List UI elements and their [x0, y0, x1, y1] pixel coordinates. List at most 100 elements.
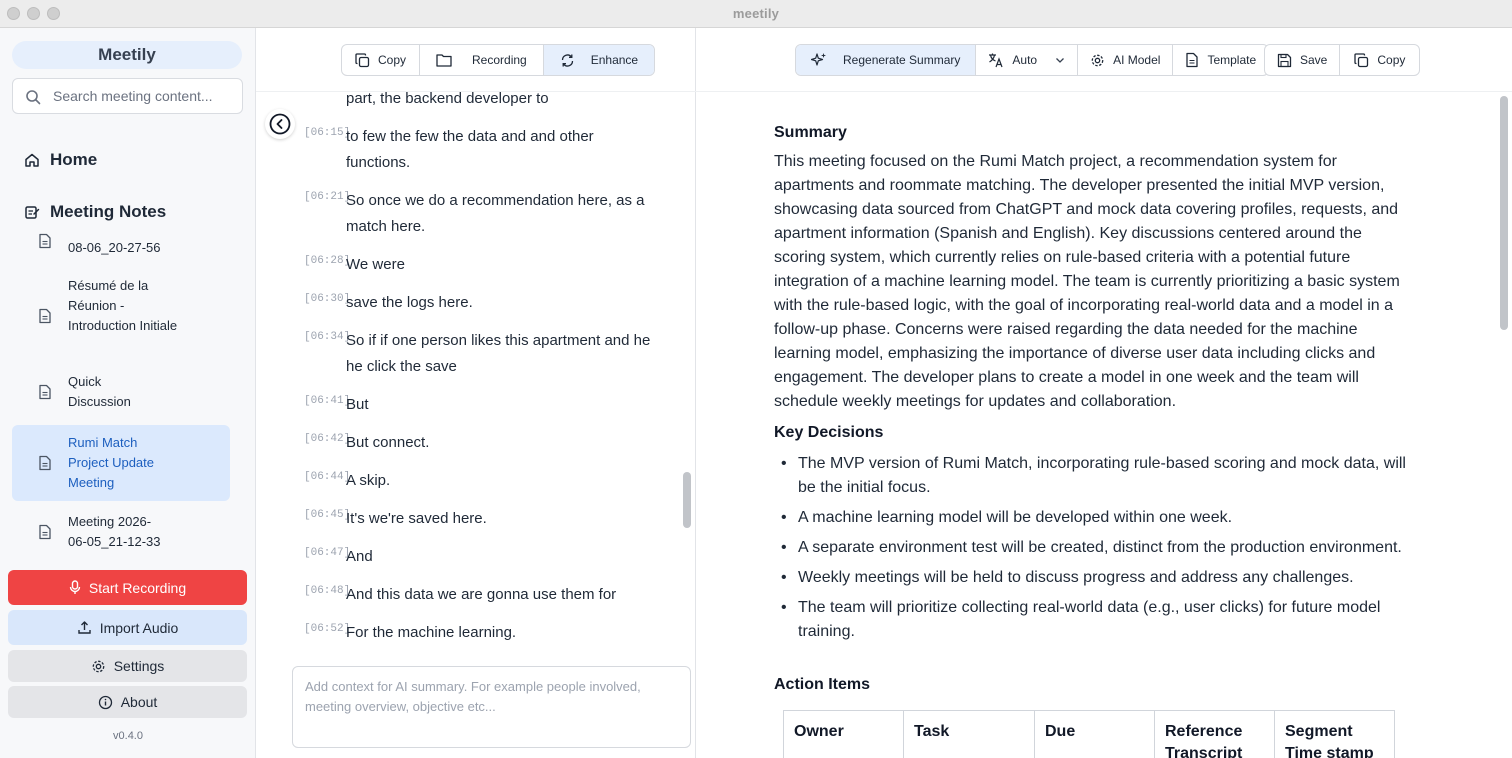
- summary-button-group: Regenerate Summary Auto AI Model Templat…: [795, 44, 1270, 76]
- document-icon: [39, 384, 51, 400]
- save-button[interactable]: Save: [1265, 45, 1341, 75]
- summary-scrollbar[interactable]: [1496, 92, 1512, 758]
- transcript-timestamp: [06:47]: [304, 547, 351, 559]
- about-label: About: [120, 694, 158, 710]
- table-header-cell: Segment Time stamp: [1274, 710, 1395, 758]
- note-item[interactable]: Quick Discussion: [12, 370, 230, 414]
- table-header-cell: Owner: [783, 710, 904, 758]
- chevron-left-circle-icon: [269, 113, 291, 135]
- import-audio-button[interactable]: Import Audio: [8, 610, 247, 645]
- decision-item: The team will prioritize collecting real…: [774, 596, 1414, 644]
- note-label: Quick Discussion: [68, 374, 131, 409]
- about-button[interactable]: About: [8, 686, 247, 718]
- transcript-scrollbar[interactable]: [680, 92, 694, 662]
- copy-transcript-button[interactable]: Copy: [342, 45, 421, 75]
- decision-item: Weekly meetings will be held to discuss …: [774, 566, 1414, 590]
- summary-heading: Summary: [774, 124, 847, 141]
- transcript-timestamp: [06:48]: [304, 585, 351, 597]
- action-items-table: Owner Task Due Reference Transcript Segm…: [783, 710, 1395, 758]
- regenerate-summary-label: Regenerate Summary: [843, 53, 961, 67]
- language-value: Auto: [1012, 53, 1038, 67]
- transcript-text: It's we're saved here.: [346, 510, 487, 527]
- search-input[interactable]: [53, 79, 238, 113]
- recording-folder-button[interactable]: Recording: [420, 45, 544, 75]
- transcript-timestamp: [06:42]: [304, 433, 351, 445]
- note-label: Résumé de la Réunion - Introduction Init…: [68, 278, 178, 333]
- transcript-scrollbar-thumb[interactable]: [683, 472, 691, 528]
- transcript-text: part, the backend developer to: [346, 92, 549, 107]
- window-titlebar: meetily: [0, 0, 1512, 28]
- transcript-text: to few the few the data and and other fu…: [346, 128, 594, 171]
- gear-icon: [92, 660, 105, 672]
- note-item[interactable]: 08-06_20-27-56: [12, 228, 230, 268]
- ai-context-input[interactable]: [293, 667, 690, 747]
- info-icon: [98, 695, 112, 709]
- window-title: meetily: [732, 6, 780, 21]
- collapse-sidebar-button[interactable]: [265, 109, 295, 139]
- nav-home[interactable]: Home: [24, 150, 97, 170]
- home-icon: [25, 153, 39, 167]
- save-label: Save: [1300, 53, 1328, 67]
- document-icon: [39, 524, 51, 540]
- app-version: v0.4.0: [113, 730, 143, 742]
- start-recording-label: Start Recording: [88, 579, 187, 596]
- note-item[interactable]: Résumé de la Réunion - Introduction Init…: [12, 274, 230, 358]
- language-select[interactable]: Auto: [976, 45, 1079, 75]
- transcript-text: We were: [346, 256, 405, 273]
- nav-meeting-notes-label: Meeting Notes: [50, 202, 167, 221]
- table-header-cell: Due: [1034, 710, 1155, 758]
- summary-paragraph: This meeting focused on the Rumi Match p…: [774, 153, 1400, 410]
- microphone-icon: [69, 580, 81, 594]
- transcript-timestamp: [06:30]: [304, 293, 351, 305]
- copy-icon: [1354, 52, 1369, 67]
- transcript-timestamp: [06:34]: [304, 331, 351, 343]
- document-icon: [39, 308, 51, 324]
- note-item[interactable]: Meeting 2026-06-05_21-12-33: [12, 510, 230, 554]
- recording-folder-label: Recording: [472, 53, 527, 67]
- note-label: Rumi Match Project Update Meeting: [68, 435, 154, 490]
- enhance-button[interactable]: Enhance: [543, 45, 655, 75]
- copy-transcript-label: Copy: [378, 53, 407, 67]
- nav-home-label: Home: [50, 150, 98, 169]
- app-brand: Meetily: [12, 41, 242, 69]
- template-button[interactable]: Template: [1173, 45, 1268, 75]
- transcript-timestamp: [06:44]: [304, 471, 351, 483]
- transcript-timestamp: [06:45]: [304, 509, 351, 521]
- transcript-timestamp: [06:21]: [304, 191, 351, 203]
- summary-content: Summary This meeting focused on the Rumi…: [774, 118, 1414, 758]
- note-item-active[interactable]: Rumi Match Project Update Meeting: [12, 425, 230, 501]
- transcript-timestamp: [06:28]: [304, 255, 351, 267]
- settings-button[interactable]: Settings: [8, 650, 247, 682]
- import-audio-label: Import Audio: [99, 619, 179, 636]
- ai-context-box: [292, 666, 691, 748]
- meeting-notes-list: 08-06_20-27-56 Résumé de la Réunion - In…: [12, 228, 244, 560]
- copy-summary-button[interactable]: Copy: [1340, 45, 1419, 75]
- enhance-label: Enhance: [590, 53, 639, 67]
- refresh-icon: [561, 53, 573, 67]
- transcript-text: But: [346, 396, 369, 413]
- transcript-timestamp: [06:15]: [304, 127, 351, 139]
- save-icon: [1277, 53, 1292, 67]
- summary-toolbar: Regenerate Summary Auto AI Model Templat…: [696, 28, 1512, 92]
- table-header-row: Owner Task Due Reference Transcript Segm…: [783, 710, 1395, 758]
- table-header-cell: Reference Transcript: [1154, 710, 1275, 758]
- regenerate-summary-button[interactable]: Regenerate Summary: [796, 45, 977, 75]
- transcript-button-group: Copy Recording Enhance: [341, 44, 656, 76]
- notes-icon: [25, 206, 40, 219]
- gear-icon: [1091, 54, 1104, 66]
- start-recording-button[interactable]: Start Recording: [8, 570, 247, 605]
- decision-item: A machine learning model will be develop…: [774, 506, 1414, 530]
- transcript-text: For the machine learning.: [346, 624, 517, 641]
- decision-item: A separate environment test will be crea…: [774, 536, 1414, 560]
- template-label: Template: [1207, 53, 1257, 67]
- key-decisions-list: The MVP version of Rumi Match, incorpora…: [774, 452, 1414, 650]
- sidebar: Meetily Home Meeting Notes 08-06_20-27-5…: [0, 28, 256, 758]
- transcript-lines: part, the backend developer to [06:15] t…: [304, 92, 680, 662]
- ai-model-button[interactable]: AI Model: [1078, 45, 1174, 75]
- transcript-text: And: [346, 548, 373, 565]
- copy-summary-label: Copy: [1377, 53, 1406, 67]
- transcript-text: But connect.: [346, 434, 430, 451]
- transcript-timestamp: [06:52]: [304, 623, 351, 635]
- summary-scrollbar-thumb[interactable]: [1500, 96, 1508, 330]
- nav-meeting-notes[interactable]: Meeting Notes: [24, 202, 166, 222]
